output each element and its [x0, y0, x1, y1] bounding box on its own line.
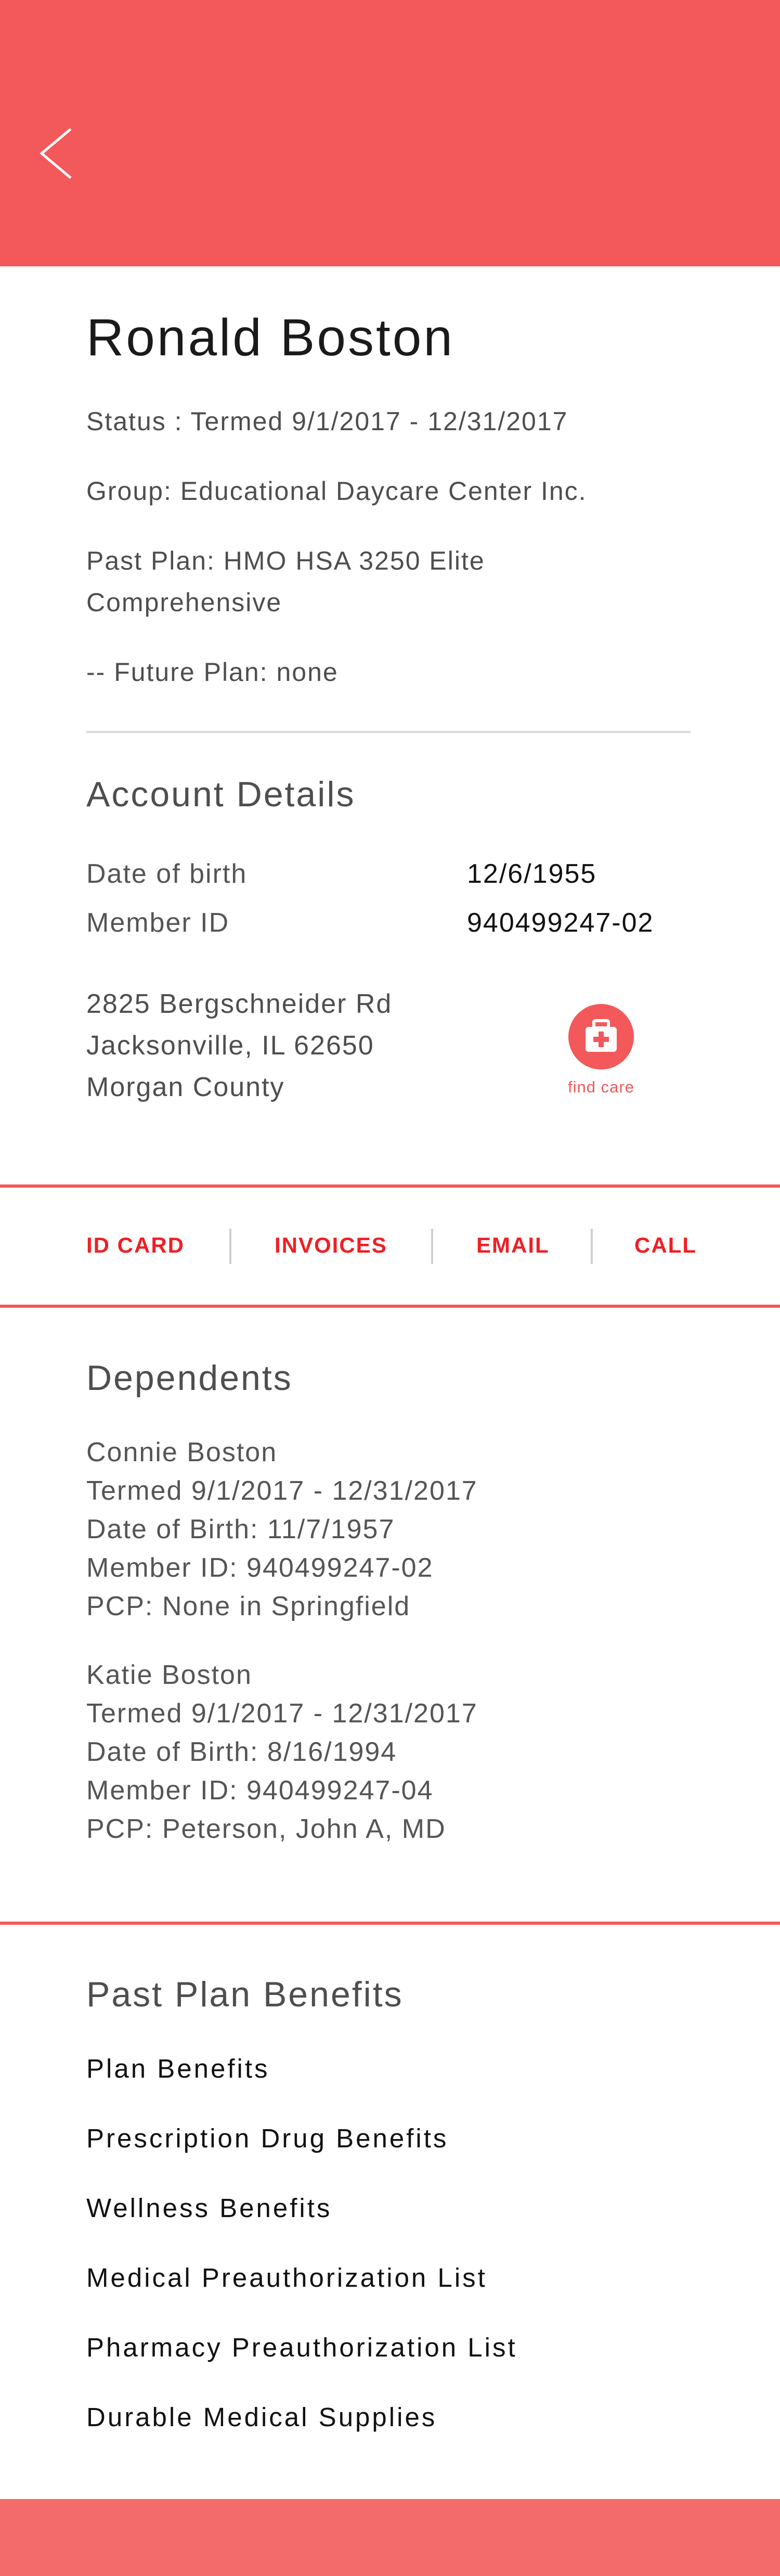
action-separator: [229, 1229, 231, 1264]
find-care-circle: [568, 1004, 634, 1070]
benefit-link-durable-medical[interactable]: Durable Medical Supplies: [86, 2402, 437, 2432]
past-plan-line2: Comprehensive: [86, 588, 282, 617]
find-care-label: find care: [568, 1078, 634, 1096]
email-button[interactable]: EMAIL: [476, 1233, 550, 1258]
dependent-member-id: Member ID: 940499247-04: [86, 1775, 434, 1806]
dependent-status: Termed 9/1/2017 - 12/31/2017: [86, 1476, 478, 1506]
member-name: Ronald Boston: [86, 308, 455, 367]
member-group: Group: Educational Daycare Center Inc.: [86, 476, 587, 506]
dependents-bottom-border: [0, 1922, 780, 1925]
benefit-link-medical-preauth[interactable]: Medical Preauthorization List: [86, 2262, 487, 2293]
member-id-label: Member ID: [86, 908, 230, 938]
dob-value: 12/6/1955: [467, 859, 597, 889]
dependent-pcp: PCP: Peterson, John A, MD: [86, 1814, 446, 1844]
member-id-value: 940499247-02: [467, 908, 654, 938]
address-line2: Jacksonville, IL 62650: [86, 1031, 374, 1061]
dependents-title: Dependents: [86, 1358, 293, 1398]
action-separator: [431, 1229, 433, 1264]
chevron-left-icon: [40, 128, 72, 179]
back-button[interactable]: [36, 125, 78, 182]
dependent-member-id: Member ID: 940499247-02: [86, 1553, 434, 1583]
past-plan-benefits-title: Past Plan Benefits: [86, 1975, 404, 2014]
invoices-button[interactable]: INVOICES: [275, 1233, 387, 1258]
address-block: 2825 Bergschneider Rd Jacksonville, IL 6…: [86, 983, 392, 1108]
first-aid-kit-icon: [586, 1019, 617, 1052]
dependent-name: Katie Boston: [86, 1660, 252, 1690]
dependent-dob: Date of Birth: 11/7/1957: [86, 1514, 395, 1544]
dependent-name: Connie Boston: [86, 1437, 278, 1467]
member-status: Status : Termed 9/1/2017 - 12/31/2017: [86, 407, 568, 436]
call-button[interactable]: CALL: [634, 1233, 697, 1258]
find-care-button[interactable]: find care: [562, 1004, 641, 1097]
id-card-button[interactable]: ID CARD: [86, 1233, 185, 1258]
header-bar: [0, 0, 780, 266]
address-line1: 2825 Bergschneider Rd: [86, 989, 393, 1019]
dependent-status: Termed 9/1/2017 - 12/31/2017: [86, 1698, 478, 1729]
benefit-link-plan[interactable]: Plan Benefits: [86, 2053, 270, 2084]
address-line3: Morgan County: [86, 1072, 285, 1102]
footer-bar: [0, 2499, 780, 2576]
section-divider: [86, 731, 691, 733]
list-item: Katie Boston Termed 9/1/2017 - 12/31/201…: [86, 1656, 478, 1848]
dependent-dob: Date of Birth: 8/16/1994: [86, 1737, 397, 1767]
benefit-link-prescription-drug[interactable]: Prescription Drug Benefits: [86, 2123, 448, 2154]
action-bar-bottom-border: [0, 1305, 780, 1308]
action-separator: [591, 1229, 593, 1264]
past-plan-line1: Past Plan: HMO HSA 3250 Elite: [86, 546, 485, 575]
benefit-link-wellness[interactable]: Wellness Benefits: [86, 2193, 332, 2223]
dob-label: Date of birth: [86, 859, 248, 889]
dependent-pcp: PCP: None in Springfield: [86, 1591, 411, 1621]
action-bar-top-border: [0, 1184, 780, 1188]
future-plan: -- Future Plan: none: [86, 658, 339, 687]
list-item: Connie Boston Termed 9/1/2017 - 12/31/20…: [86, 1433, 478, 1626]
benefit-link-pharmacy-preauth[interactable]: Pharmacy Preauthorization List: [86, 2332, 517, 2363]
account-details-title: Account Details: [86, 775, 356, 814]
